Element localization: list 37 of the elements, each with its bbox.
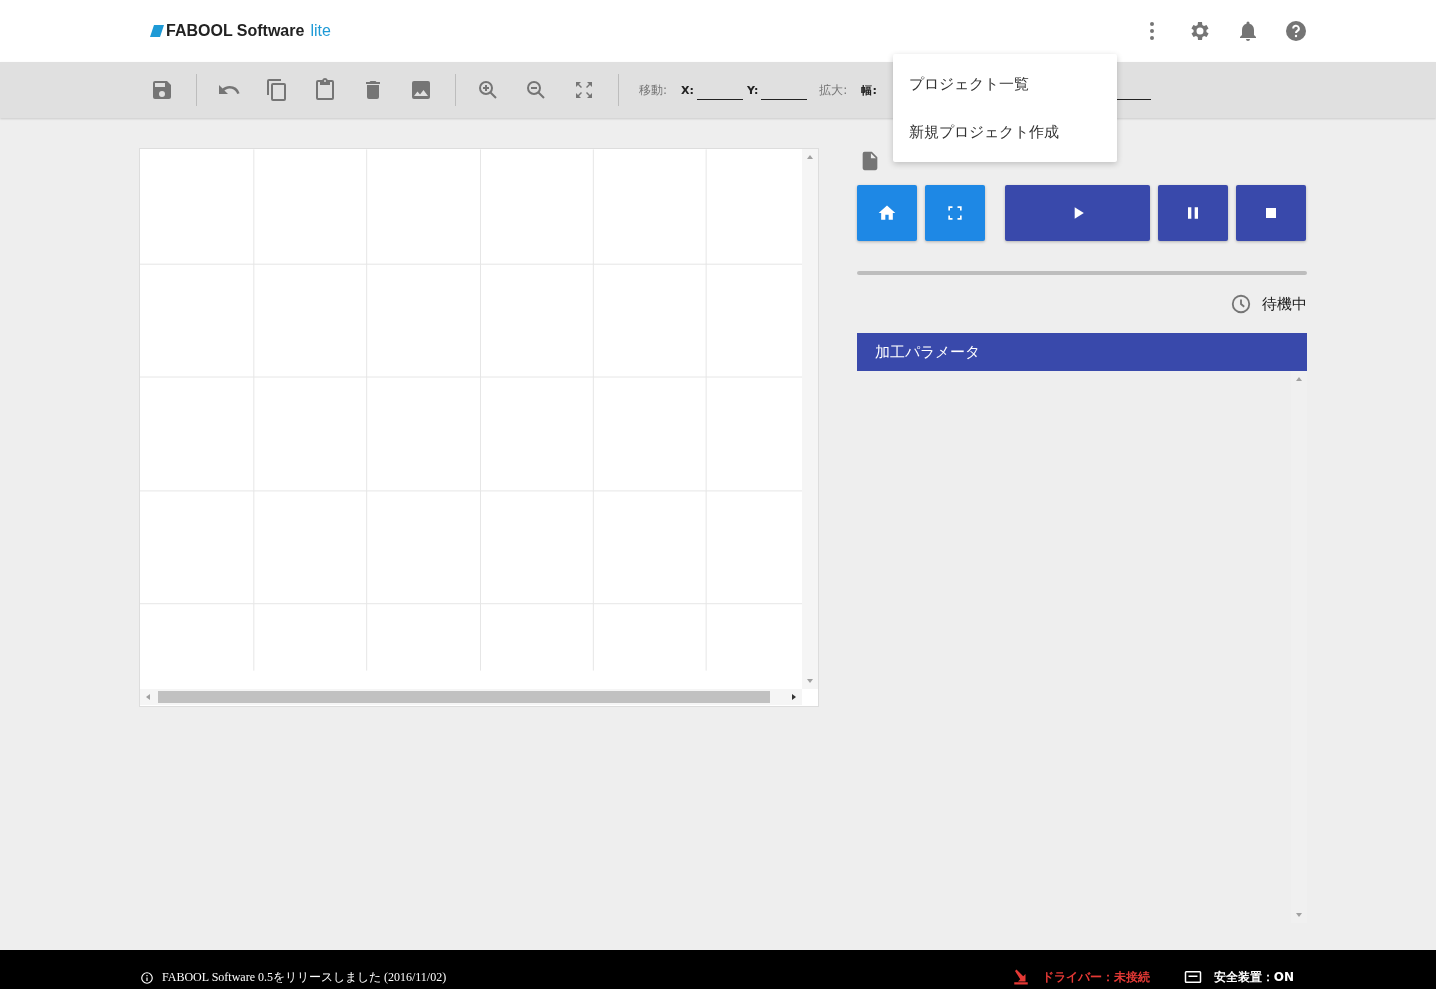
status-label: 待機中 bbox=[1262, 294, 1307, 314]
help-icon[interactable] bbox=[1284, 19, 1308, 43]
home-icon bbox=[877, 203, 897, 223]
clock-icon bbox=[1230, 293, 1252, 315]
image-icon[interactable] bbox=[409, 78, 433, 102]
pause-button[interactable] bbox=[1158, 185, 1228, 241]
scroll-down-icon[interactable] bbox=[806, 677, 814, 685]
release-message: FABOOL Software 0.5をリリースしました (2016/11/02) bbox=[162, 969, 447, 986]
scrollbar-thumb[interactable] bbox=[158, 691, 770, 703]
safety-status: 安全装置：ON bbox=[1213, 968, 1294, 986]
scroll-up-icon[interactable] bbox=[806, 153, 814, 161]
scroll-left-icon[interactable] bbox=[144, 693, 152, 701]
driver-status: ドライバー：未接続 bbox=[1041, 968, 1150, 986]
menu-item[interactable]: 新規プロジェクト作成 bbox=[893, 108, 1117, 156]
scale-label: 拡大: bbox=[819, 81, 848, 99]
edition-label: lite bbox=[310, 22, 331, 40]
horizontal-scrollbar[interactable] bbox=[140, 689, 802, 705]
home-button[interactable] bbox=[857, 185, 917, 241]
fullscreen-icon bbox=[945, 203, 965, 223]
stop-button[interactable] bbox=[1236, 185, 1306, 241]
app-name: FABOOL Software bbox=[166, 22, 305, 40]
save-icon[interactable] bbox=[150, 78, 174, 102]
scroll-down-icon[interactable] bbox=[1295, 911, 1303, 919]
move-label: 移動: bbox=[639, 81, 668, 99]
info-icon bbox=[140, 970, 154, 985]
copy-icon[interactable] bbox=[265, 78, 289, 102]
logo-icon bbox=[150, 25, 164, 37]
panel-title: 加工パラメータ bbox=[875, 342, 980, 362]
scroll-right-icon[interactable] bbox=[790, 693, 798, 701]
width-label: 幅: bbox=[861, 82, 877, 98]
safety-device-icon bbox=[1183, 968, 1202, 986]
coordinate-label: Y: bbox=[746, 83, 759, 97]
coordinate-label: X: bbox=[681, 83, 694, 97]
menu-item[interactable]: プロジェクト一覧 bbox=[893, 60, 1117, 108]
vertical-scrollbar[interactable] bbox=[802, 149, 818, 689]
clipboard-icon[interactable] bbox=[313, 78, 337, 102]
scroll-up-icon[interactable] bbox=[1295, 375, 1303, 383]
